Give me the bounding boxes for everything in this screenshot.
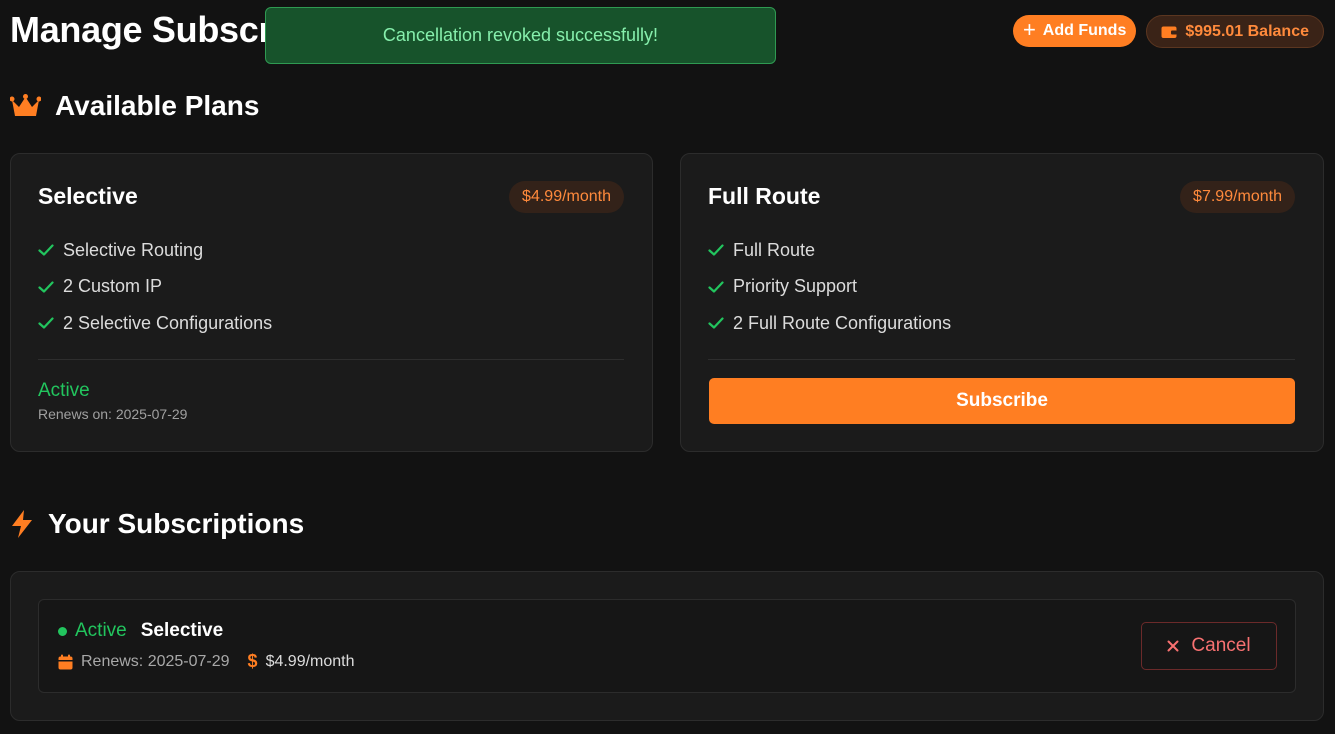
feature-item: Selective Routing (38, 232, 272, 269)
wallet-icon (1161, 26, 1178, 38)
check-icon (38, 317, 54, 329)
plan-status: Active (38, 380, 90, 401)
lightning-icon (12, 510, 32, 538)
balance-badge[interactable]: $995.01 Balance (1146, 15, 1324, 48)
feature-item: Priority Support (708, 269, 951, 306)
plan-name: Selective (38, 183, 138, 209)
subscription-renew-date: Renews: 2025-07-29 (81, 652, 230, 670)
subscription-price: $4.99/month (265, 652, 355, 670)
dollar-icon: $ (247, 651, 258, 671)
feature-label: 2 Full Route Configurations (733, 312, 952, 333)
crown-icon (10, 93, 41, 116)
feature-item: Full Route (708, 232, 951, 269)
cancel-label: Cancel (1191, 635, 1251, 656)
subscriptions-panel: Active Selective Renews: 2025-07-29 $ $4… (10, 571, 1324, 721)
plus-icon: + (1022, 17, 1036, 42)
status-dot-icon (58, 626, 67, 636)
feature-label: 2 Custom IP (63, 276, 163, 297)
plan-renew-date: Renews on: 2025-07-29 (38, 406, 188, 422)
subscription-details: Renews: 2025-07-29 $ $4.99/month (58, 651, 355, 672)
card-divider (38, 359, 624, 360)
feature-item: 2 Selective Configurations (38, 305, 272, 342)
feature-label: Full Route (733, 239, 816, 260)
success-toast: Cancellation revoked successfully! (265, 7, 776, 64)
subscription-plan-name: Selective (140, 620, 224, 641)
subscription-status: Active (75, 620, 127, 641)
add-funds-button[interactable]: + Add Funds (1012, 15, 1137, 47)
plan-price-badge: $4.99/month (509, 181, 624, 213)
feature-label: Selective Routing (63, 239, 204, 260)
check-icon (708, 281, 724, 293)
feature-label: Priority Support (733, 276, 858, 297)
page: Manage Subscriptions Cancellation revoke… (0, 0, 1335, 734)
your-subscriptions-title: Your Subscriptions (48, 508, 305, 539)
plan-card-full-route: Full Route $7.99/month Full Route Priori… (680, 153, 1324, 452)
add-funds-label: Add Funds (1042, 22, 1127, 39)
cancel-subscription-button[interactable]: Cancel (1141, 622, 1277, 670)
card-divider (708, 359, 1295, 360)
calendar-icon (58, 654, 73, 669)
available-plans-title: Available Plans (55, 90, 260, 121)
check-icon (38, 281, 54, 293)
check-icon (708, 317, 724, 329)
subscribe-button[interactable]: Subscribe (709, 378, 1295, 424)
subscription-header: Active Selective (58, 620, 223, 642)
plan-name: Full Route (708, 183, 821, 209)
feature-label: 2 Selective Configurations (63, 312, 273, 333)
check-icon (708, 244, 724, 256)
header-actions: + Add Funds $995.01 Balance (1012, 15, 1324, 48)
check-icon (38, 244, 54, 256)
plan-card-selective: Selective $4.99/month Selective Routing … (10, 153, 653, 452)
feature-item: 2 Full Route Configurations (708, 305, 951, 342)
toast-message: Cancellation revoked successfully! (382, 25, 659, 45)
balance-label: $995.01 Balance (1185, 22, 1309, 40)
feature-list: Full Route Priority Support 2 Full Route… (708, 232, 951, 342)
feature-item: 2 Custom IP (38, 269, 272, 306)
your-subscriptions-heading: Your Subscriptions (10, 508, 304, 540)
feature-list: Selective Routing 2 Custom IP 2 Selectiv… (38, 232, 272, 342)
available-plans-heading: Available Plans (10, 90, 259, 122)
subscription-item: Active Selective Renews: 2025-07-29 $ $4… (38, 599, 1296, 693)
plan-price-badge: $7.99/month (1180, 181, 1295, 213)
x-icon (1167, 640, 1179, 652)
